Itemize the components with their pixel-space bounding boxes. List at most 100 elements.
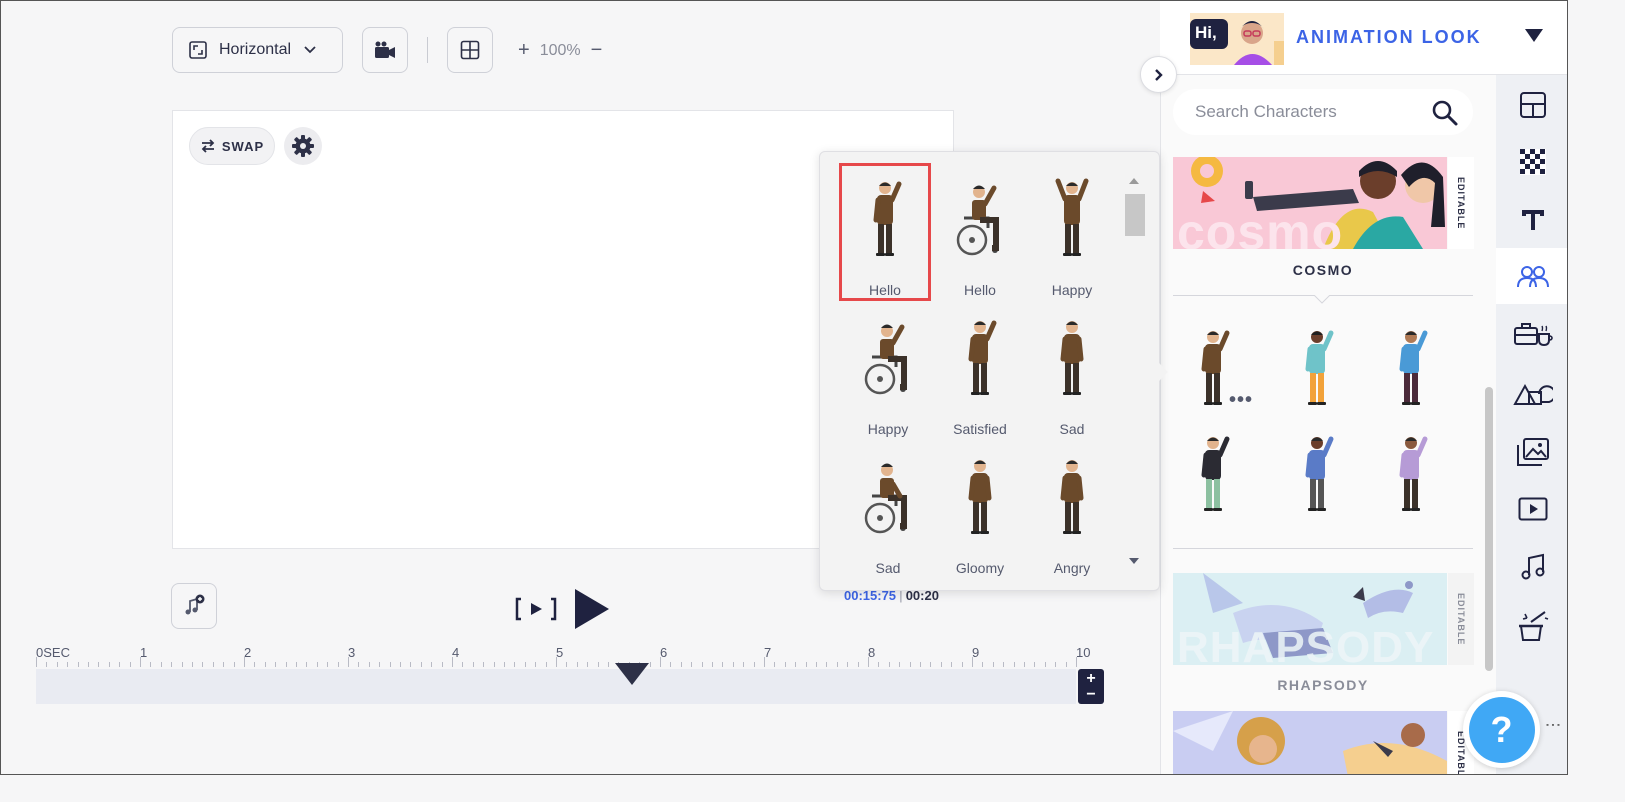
timeline-tick xyxy=(400,662,401,667)
rail-item-props[interactable] xyxy=(1496,306,1567,362)
theme-name-rhapsody[interactable]: RHAPSODY xyxy=(1173,677,1473,693)
theme-banner-third[interactable] xyxy=(1173,711,1447,774)
timeline-tick xyxy=(264,662,266,667)
rail-item-video[interactable] xyxy=(1496,481,1567,537)
pose-option-hello[interactable]: Hello xyxy=(839,163,931,301)
timeline-tick xyxy=(379,662,381,667)
rhapsody-banner-text: RHAPSODY xyxy=(1177,623,1435,665)
timeline-tick xyxy=(982,662,984,667)
timeline-tick xyxy=(576,662,578,667)
theme-banner-rhapsody[interactable]: RHAPSODY xyxy=(1173,573,1447,665)
panel-scrollbar[interactable] xyxy=(1485,387,1493,671)
timeline-tick xyxy=(285,662,287,667)
zoom-in-button[interactable]: + xyxy=(518,39,530,62)
pose-option-sad[interactable]: Sad xyxy=(842,444,934,582)
rail-item-text[interactable] xyxy=(1496,192,1567,248)
rail-item-backgrounds[interactable] xyxy=(1496,134,1567,190)
timeline-tick xyxy=(961,662,963,667)
pose-option-happy[interactable]: Happy xyxy=(1026,166,1118,304)
collapse-panel-button[interactable] xyxy=(1140,56,1177,93)
timeline-tick xyxy=(1013,662,1015,667)
timeline-tick xyxy=(712,662,713,667)
help-menu-icon[interactable]: ⋮ xyxy=(1543,717,1562,733)
timeline-tick xyxy=(296,662,297,667)
character-pose-figure xyxy=(873,181,902,256)
timeline-tick xyxy=(67,662,69,667)
timeline-tick xyxy=(88,662,89,667)
search-characters-input[interactable] xyxy=(1173,89,1473,135)
timeline-zoom: + − xyxy=(1078,669,1104,704)
pose-option-happy[interactable]: Happy xyxy=(842,305,934,443)
popup-scrollbar-thumb[interactable] xyxy=(1125,194,1145,236)
camera-button[interactable] xyxy=(362,27,408,73)
orientation-dropdown[interactable]: Horizontal xyxy=(172,27,343,73)
theme-banner-cosmo[interactable]: cosmo xyxy=(1173,157,1447,249)
pose-option-gloomy[interactable]: Gloomy xyxy=(934,444,1026,582)
timeline-tick xyxy=(774,662,776,667)
timeline-tick xyxy=(119,662,121,667)
scene-settings-button[interactable] xyxy=(284,127,322,165)
rail-item-layouts[interactable] xyxy=(1496,77,1567,133)
caret-down-icon[interactable] xyxy=(1525,29,1543,42)
swap-button[interactable]: SWAP xyxy=(189,127,275,165)
character-figure xyxy=(1399,436,1428,511)
timeline-tick xyxy=(223,662,225,667)
timeline-tick xyxy=(514,662,516,667)
timeline-tick xyxy=(316,662,318,667)
pose-label: Hello xyxy=(869,282,901,298)
rail-item-images[interactable] xyxy=(1496,424,1567,480)
timeline-tick xyxy=(951,662,953,667)
scroll-down-icon[interactable] xyxy=(1128,557,1140,565)
help-button[interactable]: ? xyxy=(1463,691,1540,768)
zoom-out-button[interactable]: − xyxy=(591,39,603,62)
timeline-playhead[interactable] xyxy=(615,663,649,685)
character-option[interactable] xyxy=(1287,429,1347,524)
rail-item-characters[interactable] xyxy=(1496,248,1567,304)
animation-look-thumbnail[interactable]: Hi, xyxy=(1190,13,1284,65)
character-option[interactable] xyxy=(1183,429,1243,524)
timeline-tick xyxy=(254,662,256,667)
timeline-tick xyxy=(649,662,651,667)
scroll-up-icon[interactable] xyxy=(1128,177,1140,185)
timeline-tick xyxy=(389,662,391,667)
timeline-tick xyxy=(753,662,755,667)
character-option[interactable] xyxy=(1381,429,1441,524)
grid-icon xyxy=(460,40,480,60)
timeline-zoom-in-button[interactable]: + xyxy=(1086,670,1095,687)
play-scene-button[interactable] xyxy=(514,594,558,624)
character-option[interactable] xyxy=(1381,323,1441,418)
timeline-tick xyxy=(348,657,349,667)
animation-look-title[interactable]: ANIMATION LOOK xyxy=(1296,27,1482,48)
search-icon[interactable] xyxy=(1431,99,1459,132)
video-icon xyxy=(1518,497,1547,521)
character-option[interactable] xyxy=(1287,323,1347,418)
pose-option-sad[interactable]: Sad xyxy=(1026,305,1118,443)
pose-option-satisfied[interactable]: Satisfied xyxy=(934,305,1026,443)
pose-option-angry[interactable]: Angry xyxy=(1026,444,1118,582)
timeline-tick xyxy=(930,662,932,667)
pose-option-hello[interactable]: Hello xyxy=(934,166,1026,304)
timeline-tick xyxy=(836,662,838,667)
timeline-tick xyxy=(36,657,37,667)
play-button[interactable] xyxy=(572,587,612,631)
timeline-zoom-out-button[interactable]: − xyxy=(1086,686,1095,703)
add-music-button[interactable] xyxy=(171,583,217,629)
timeline-tick xyxy=(181,662,183,667)
rail-item-shapes[interactable] xyxy=(1496,366,1567,422)
pose-label: Angry xyxy=(1053,560,1091,576)
timeline-track[interactable] xyxy=(36,669,1076,704)
props-icon xyxy=(1513,323,1553,347)
more-options-icon[interactable]: ••• xyxy=(1229,389,1253,412)
character-pose-figure xyxy=(864,324,907,395)
timeline-label: 3 xyxy=(348,645,356,660)
shapes-icon xyxy=(1512,383,1553,405)
rail-item-magic[interactable] xyxy=(1496,599,1567,655)
grid-button[interactable] xyxy=(447,27,493,73)
gear-icon xyxy=(292,135,314,157)
timeline-tick xyxy=(358,662,360,667)
rail-item-audio[interactable] xyxy=(1496,539,1567,595)
timeline-tick xyxy=(46,662,48,667)
character-pose-figure xyxy=(864,463,907,534)
timeline-tick xyxy=(483,662,485,667)
theme-name-cosmo[interactable]: COSMO xyxy=(1173,262,1473,278)
